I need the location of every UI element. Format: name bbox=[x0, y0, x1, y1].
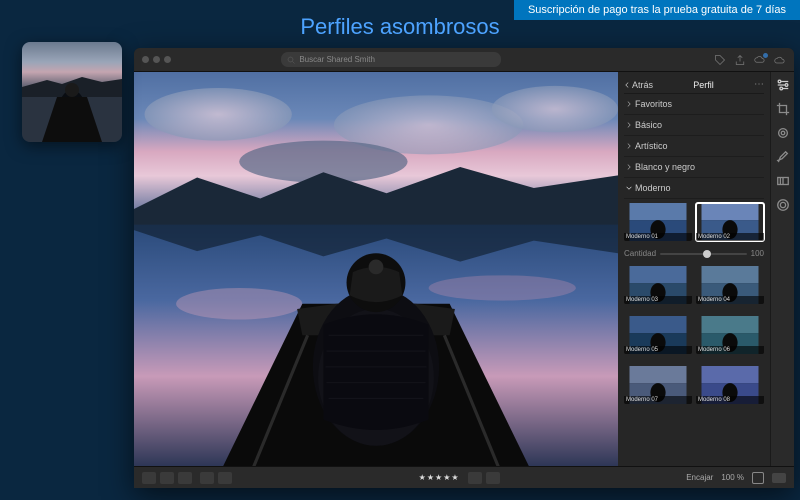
category-moderno[interactable]: Moderno bbox=[624, 178, 764, 199]
slider-value: 100 bbox=[751, 249, 764, 258]
fit-label[interactable]: Encajar bbox=[686, 473, 713, 482]
zoom-level[interactable]: 100 % bbox=[721, 473, 744, 482]
slider-label: Cantidad bbox=[624, 249, 656, 258]
back-label: Atrás bbox=[632, 80, 653, 90]
chevron-right-icon bbox=[626, 122, 632, 128]
profile-thumb[interactable]: Moderno 04 bbox=[696, 266, 764, 304]
profile-thumb[interactable]: Moderno 08 bbox=[696, 366, 764, 404]
heal-tool-icon[interactable] bbox=[776, 126, 790, 140]
profile-thumb[interactable]: Moderno 05 bbox=[624, 316, 692, 354]
filmstrip-group bbox=[200, 472, 232, 484]
flag-group bbox=[468, 472, 500, 484]
bottombar: ★★★★★ Encajar 100 % bbox=[134, 466, 794, 488]
profile-thumb[interactable]: Moderno 03 bbox=[624, 266, 692, 304]
panel-header: Atrás Perfil ⋯ bbox=[624, 76, 764, 94]
cloud-sync-icon[interactable] bbox=[754, 54, 766, 66]
rating-stars[interactable]: ★★★★★ bbox=[419, 473, 460, 482]
category-favoritos[interactable]: Favoritos bbox=[624, 94, 764, 115]
profile-thumb-selected[interactable]: Moderno 02 bbox=[696, 203, 764, 241]
chevron-right-icon bbox=[626, 101, 632, 107]
chevron-right-icon bbox=[626, 143, 632, 149]
amount-slider[interactable] bbox=[660, 253, 747, 255]
profile-thumbs-grid: Moderno 03 Moderno 04 Moderno 05 Moderno… bbox=[624, 262, 764, 462]
edit-tool-icon[interactable] bbox=[776, 78, 790, 92]
app-window: Buscar Shared Smith Atrás bbox=[134, 48, 794, 488]
workspace: Atrás Perfil ⋯ Favoritos Básico Artístic… bbox=[134, 72, 794, 466]
window-maximize[interactable] bbox=[164, 56, 171, 63]
linear-gradient-tool-icon[interactable] bbox=[776, 174, 790, 188]
profiles-panel: Atrás Perfil ⋯ Favoritos Básico Artístic… bbox=[618, 72, 770, 466]
profile-thumb[interactable]: Moderno 06 bbox=[696, 316, 764, 354]
original-toggle-icon[interactable] bbox=[772, 473, 786, 483]
share-icon[interactable] bbox=[734, 54, 746, 66]
back-button[interactable]: Atrás bbox=[624, 80, 653, 90]
tag-icon[interactable] bbox=[714, 54, 726, 66]
topbar: Buscar Shared Smith bbox=[134, 48, 794, 72]
window-close[interactable] bbox=[142, 56, 149, 63]
window-controls[interactable] bbox=[142, 56, 171, 63]
flag-pick-icon[interactable] bbox=[468, 472, 482, 484]
window-minimize[interactable] bbox=[153, 56, 160, 63]
brush-tool-icon[interactable] bbox=[776, 150, 790, 164]
slider-knob[interactable] bbox=[703, 250, 711, 258]
info-icon[interactable] bbox=[752, 472, 764, 484]
profile-top-thumbs: Moderno 01 Moderno 02 bbox=[624, 199, 764, 245]
detail-view-icon[interactable] bbox=[160, 472, 174, 484]
profile-thumb[interactable]: Moderno 01 bbox=[624, 203, 692, 241]
radial-gradient-tool-icon[interactable] bbox=[776, 198, 790, 212]
search-placeholder: Buscar Shared Smith bbox=[299, 55, 375, 64]
flag-reject-icon[interactable] bbox=[486, 472, 500, 484]
compare-view-icon[interactable] bbox=[178, 472, 192, 484]
category-blanco-negro[interactable]: Blanco y negro bbox=[624, 157, 764, 178]
subscription-badge: Suscripción de pago tras la prueba gratu… bbox=[514, 0, 800, 20]
category-basico[interactable]: Básico bbox=[624, 115, 764, 136]
cloud-icon[interactable] bbox=[774, 54, 786, 66]
search-icon bbox=[287, 56, 295, 64]
crop-tool-icon[interactable] bbox=[776, 102, 790, 116]
search-input[interactable]: Buscar Shared Smith bbox=[281, 52, 501, 67]
profile-thumb[interactable]: Moderno 07 bbox=[624, 366, 692, 404]
chevron-down-icon bbox=[626, 185, 632, 191]
filmstrip-toggle-icon[interactable] bbox=[200, 472, 214, 484]
panel-more-icon[interactable]: ⋯ bbox=[754, 79, 764, 90]
panel-title: Perfil bbox=[657, 80, 750, 90]
top-actions bbox=[714, 54, 786, 66]
toolstrip bbox=[770, 72, 794, 466]
grid-view-icon[interactable] bbox=[142, 472, 156, 484]
right-panel-container: Atrás Perfil ⋯ Favoritos Básico Artístic… bbox=[618, 72, 794, 466]
filmstrip-toggle2-icon[interactable] bbox=[218, 472, 232, 484]
view-mode-group bbox=[142, 472, 192, 484]
chevron-left-icon bbox=[624, 82, 630, 88]
original-photo-thumbnail bbox=[22, 42, 122, 142]
category-artistico[interactable]: Artístico bbox=[624, 136, 764, 157]
photo-canvas[interactable] bbox=[134, 72, 618, 466]
amount-slider-row: Cantidad 100 bbox=[624, 245, 764, 262]
chevron-right-icon bbox=[626, 164, 632, 170]
